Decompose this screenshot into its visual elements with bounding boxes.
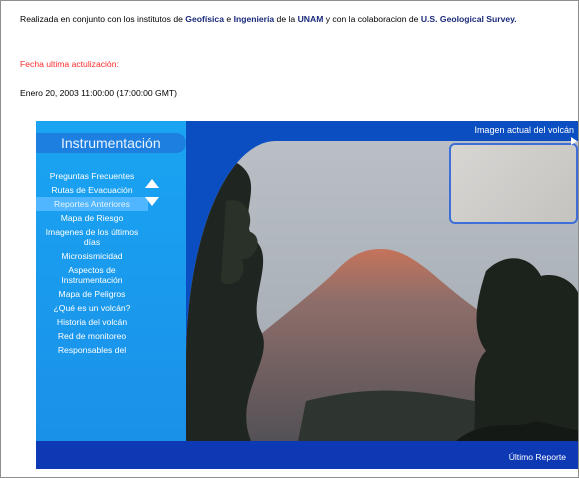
current-volcano-thumbnail[interactable] bbox=[449, 143, 578, 224]
ultimo-reporte-link[interactable]: Último Reporte bbox=[509, 452, 566, 462]
menu-item-rutas[interactable]: Rutas de Evacuación bbox=[36, 183, 148, 197]
scroll-down-icon[interactable] bbox=[145, 197, 159, 206]
menu-item-reportes[interactable]: Reportes Anteriores bbox=[36, 197, 148, 211]
play-arrow-icon[interactable] bbox=[571, 137, 577, 145]
volcano-banner: Imagen actual del volcán Instrumentación… bbox=[36, 121, 578, 469]
intro-part1: Realizada en conjunto con los institutos… bbox=[20, 14, 186, 24]
imagen-actual-label[interactable]: Imagen actual del volcán bbox=[474, 125, 574, 135]
intro-conj: e bbox=[224, 14, 234, 24]
fecha-label: Fecha ultima actulización: bbox=[20, 59, 119, 69]
menu-item-aspectos[interactable]: Aspectos de Instrumentación bbox=[36, 263, 148, 287]
bottom-band bbox=[36, 441, 578, 469]
menu-item-historia[interactable]: Historia del volcán bbox=[36, 315, 148, 329]
menu-item-mapa-peligros[interactable]: Mapa de Peligros bbox=[36, 287, 148, 301]
intro-part3: y con la colaboracion de bbox=[323, 14, 421, 24]
sidebar-menu: Preguntas Frecuentes Rutas de Evacuación… bbox=[36, 169, 148, 357]
intro-part2: de la bbox=[274, 14, 298, 24]
link-geofisica[interactable]: Geofísica bbox=[185, 14, 224, 24]
menu-item-microsismicidad[interactable]: Microsismicidad bbox=[36, 249, 148, 263]
link-usgs[interactable]: U.S. Geological Survey. bbox=[421, 14, 517, 24]
menu-scroll-arrows bbox=[144, 179, 160, 213]
menu-item-imagenes[interactable]: Imagenes de los últimos días bbox=[36, 225, 148, 249]
menu-item-red[interactable]: Red de monitoreo bbox=[36, 329, 148, 343]
page-frame: Realizada en conjunto con los institutos… bbox=[0, 0, 579, 478]
link-unam[interactable]: UNAM bbox=[298, 14, 324, 24]
menu-item-mapa-riesgo[interactable]: Mapa de Riesgo bbox=[36, 211, 148, 225]
scroll-up-icon[interactable] bbox=[145, 179, 159, 188]
intro-text: Realizada en conjunto con los institutos… bbox=[20, 14, 572, 25]
section-title: Instrumentación bbox=[36, 133, 186, 153]
menu-item-responsables[interactable]: Responsables del bbox=[36, 343, 148, 357]
link-ingenieria[interactable]: Ingeniería bbox=[234, 14, 275, 24]
menu-item-que-es[interactable]: ¿Qué es un volcán? bbox=[36, 301, 148, 315]
fecha-value: Enero 20, 2003 11:00:00 (17:00:00 GMT) bbox=[20, 88, 178, 98]
menu-item-preguntas[interactable]: Preguntas Frecuentes bbox=[36, 169, 148, 183]
